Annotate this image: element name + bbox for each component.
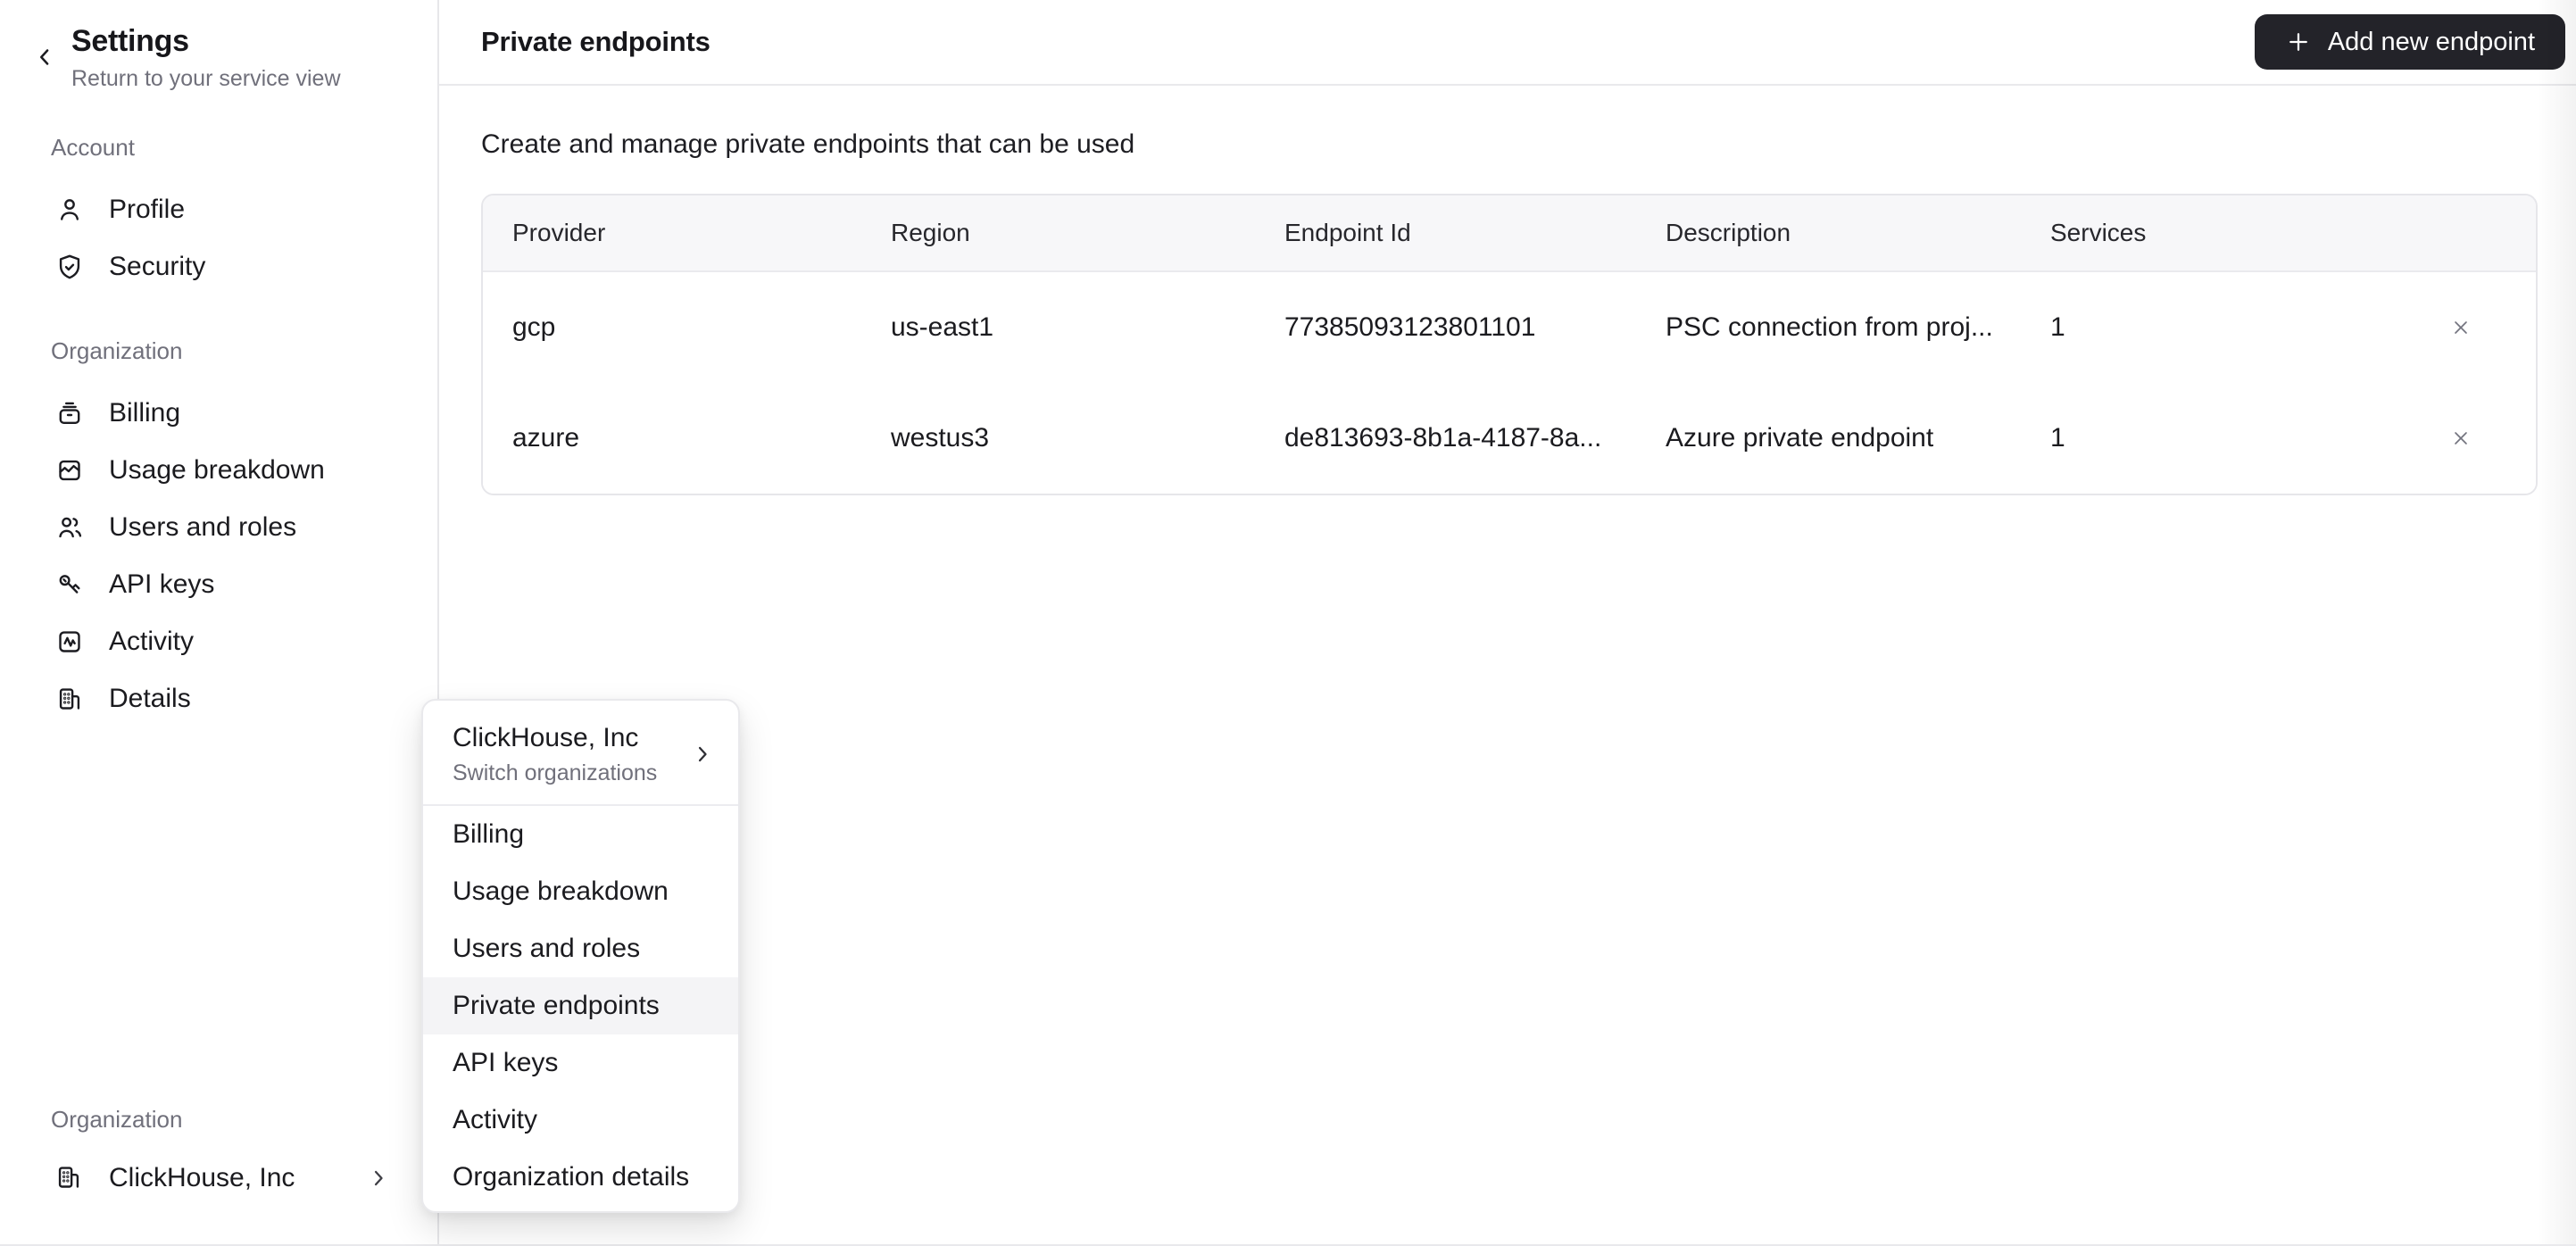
organization-menu-name: ClickHouse, Inc bbox=[453, 723, 639, 752]
account-nav: Profile Security bbox=[0, 181, 437, 295]
page-description: Create and manage private endpoints that… bbox=[481, 129, 1135, 159]
settings-sidebar: Settings Return to your service view Acc… bbox=[0, 0, 439, 1246]
cell-region: us-east1 bbox=[891, 312, 994, 342]
sidebar-footer: Organization ClickHouse, Inc bbox=[0, 1105, 437, 1207]
table-row: gcp us-east1 77385093123801101 PSC conne… bbox=[483, 272, 2536, 383]
billing-icon bbox=[54, 397, 86, 429]
account-section-label: Account bbox=[51, 134, 135, 161]
app-window: Settings Return to your service view Acc… bbox=[0, 0, 2576, 1246]
cell-actions bbox=[2384, 419, 2536, 458]
cell-provider: gcp bbox=[512, 312, 556, 342]
chevron-right-icon bbox=[690, 742, 715, 767]
sidebar-item-label: Activity bbox=[109, 627, 195, 656]
column-header-region: Region bbox=[891, 219, 970, 246]
organization-switcher[interactable]: ClickHouse, Inc bbox=[0, 1150, 437, 1207]
topbar: Private endpoints Add new endpoint bbox=[439, 0, 2576, 86]
organization-menu: ClickHouse, Inc Switch organizations Bil… bbox=[421, 699, 740, 1213]
table-row: azure westus3 de813693-8b1a-4187-8a... A… bbox=[483, 383, 2536, 494]
building-icon bbox=[54, 1162, 86, 1194]
sidebar-item-label: Billing bbox=[109, 398, 181, 428]
plus-icon bbox=[2285, 29, 2312, 55]
sidebar-item-label: Usage breakdown bbox=[109, 455, 325, 485]
cell-endpoint-id: de813693-8b1a-4187-8a... bbox=[1284, 423, 1602, 453]
add-new-endpoint-button[interactable]: Add new endpoint bbox=[2254, 14, 2565, 70]
menu-item-private-endpoints[interactable]: Private endpoints bbox=[423, 977, 738, 1034]
sidebar-subtitle: Return to your service view bbox=[71, 66, 341, 91]
column-header-services: Services bbox=[2050, 219, 2147, 246]
sidebar-item-label: Security bbox=[109, 252, 206, 281]
organization-menu-subtitle: Switch organizations bbox=[453, 760, 658, 785]
sidebar-item-api-keys[interactable]: API keys bbox=[0, 556, 437, 613]
shield-check-icon bbox=[54, 251, 86, 283]
sidebar-item-users-and-roles[interactable]: Users and roles bbox=[0, 499, 437, 556]
usage-chart-icon bbox=[54, 454, 86, 486]
cell-services: 1 bbox=[2050, 423, 2065, 453]
footer-organization-label: Organization bbox=[51, 1106, 183, 1133]
cell-endpoint-id: 77385093123801101 bbox=[1284, 312, 1536, 342]
close-x-icon bbox=[2449, 427, 2472, 450]
back-button[interactable] bbox=[25, 37, 64, 77]
organization-nav: Billing Usage breakdown Users and roles … bbox=[0, 385, 437, 727]
organization-name: ClickHouse, Inc bbox=[109, 1163, 295, 1192]
cell-services: 1 bbox=[2050, 312, 2065, 342]
column-header-description: Description bbox=[1666, 219, 1791, 246]
user-icon bbox=[54, 194, 86, 226]
table-header-row: Provider Region Endpoint Id Description … bbox=[483, 195, 2536, 272]
sidebar-item-label: Details bbox=[109, 684, 191, 713]
sidebar-item-label: Users and roles bbox=[109, 512, 297, 542]
menu-item-activity[interactable]: Activity bbox=[423, 1092, 738, 1149]
cell-description: PSC connection from proj... bbox=[1666, 312, 1993, 342]
sidebar-item-label: Profile bbox=[109, 195, 186, 224]
sidebar-item-details[interactable]: Details bbox=[0, 670, 437, 727]
chevron-left-icon bbox=[31, 44, 58, 71]
menu-item-api-keys[interactable]: API keys bbox=[423, 1034, 738, 1092]
add-button-label: Add new endpoint bbox=[2327, 27, 2535, 56]
remove-endpoint-button[interactable] bbox=[2441, 419, 2480, 458]
sidebar-item-billing[interactable]: Billing bbox=[0, 385, 437, 442]
private-endpoints-content: Create and manage private endpoints that… bbox=[439, 86, 2576, 495]
sidebar-item-label: API keys bbox=[109, 569, 215, 599]
building-icon bbox=[54, 683, 86, 715]
sidebar-header: Settings Return to your service view bbox=[0, 0, 437, 92]
organization-menu-header-text: ClickHouse, Inc Switch organizations bbox=[453, 722, 657, 786]
remove-endpoint-button[interactable] bbox=[2441, 308, 2480, 347]
cell-actions bbox=[2384, 308, 2536, 347]
sidebar-item-security[interactable]: Security bbox=[0, 238, 437, 295]
sidebar-item-usage-breakdown[interactable]: Usage breakdown bbox=[0, 442, 437, 499]
column-header-provider: Provider bbox=[512, 219, 606, 246]
close-x-icon bbox=[2449, 316, 2472, 339]
menu-item-users-and-roles[interactable]: Users and roles bbox=[423, 920, 738, 977]
organization-section-label: Organization bbox=[51, 337, 183, 364]
activity-icon bbox=[54, 626, 86, 658]
main-panel: Private endpoints Add new endpoint Creat… bbox=[439, 0, 2576, 1246]
keys-icon bbox=[54, 569, 86, 601]
cell-description: Azure private endpoint bbox=[1666, 423, 1934, 453]
users-icon bbox=[54, 511, 86, 544]
sidebar-item-profile[interactable]: Profile bbox=[0, 181, 437, 238]
menu-item-organization-details[interactable]: Organization details bbox=[423, 1149, 738, 1206]
sidebar-titles: Settings Return to your service view bbox=[71, 23, 341, 92]
page-title: Private endpoints bbox=[481, 26, 710, 57]
column-header-endpoint-id: Endpoint Id bbox=[1284, 219, 1411, 246]
sidebar-item-activity[interactable]: Activity bbox=[0, 613, 437, 670]
sidebar-title: Settings bbox=[71, 24, 189, 58]
menu-item-billing[interactable]: Billing bbox=[423, 806, 738, 863]
cell-region: westus3 bbox=[891, 423, 990, 453]
menu-item-usage-breakdown[interactable]: Usage breakdown bbox=[423, 863, 738, 920]
endpoints-table: Provider Region Endpoint Id Description … bbox=[481, 194, 2538, 495]
chevron-right-icon bbox=[366, 1166, 391, 1191]
cell-provider: azure bbox=[512, 423, 580, 453]
organization-menu-header[interactable]: ClickHouse, Inc Switch organizations bbox=[423, 701, 738, 806]
